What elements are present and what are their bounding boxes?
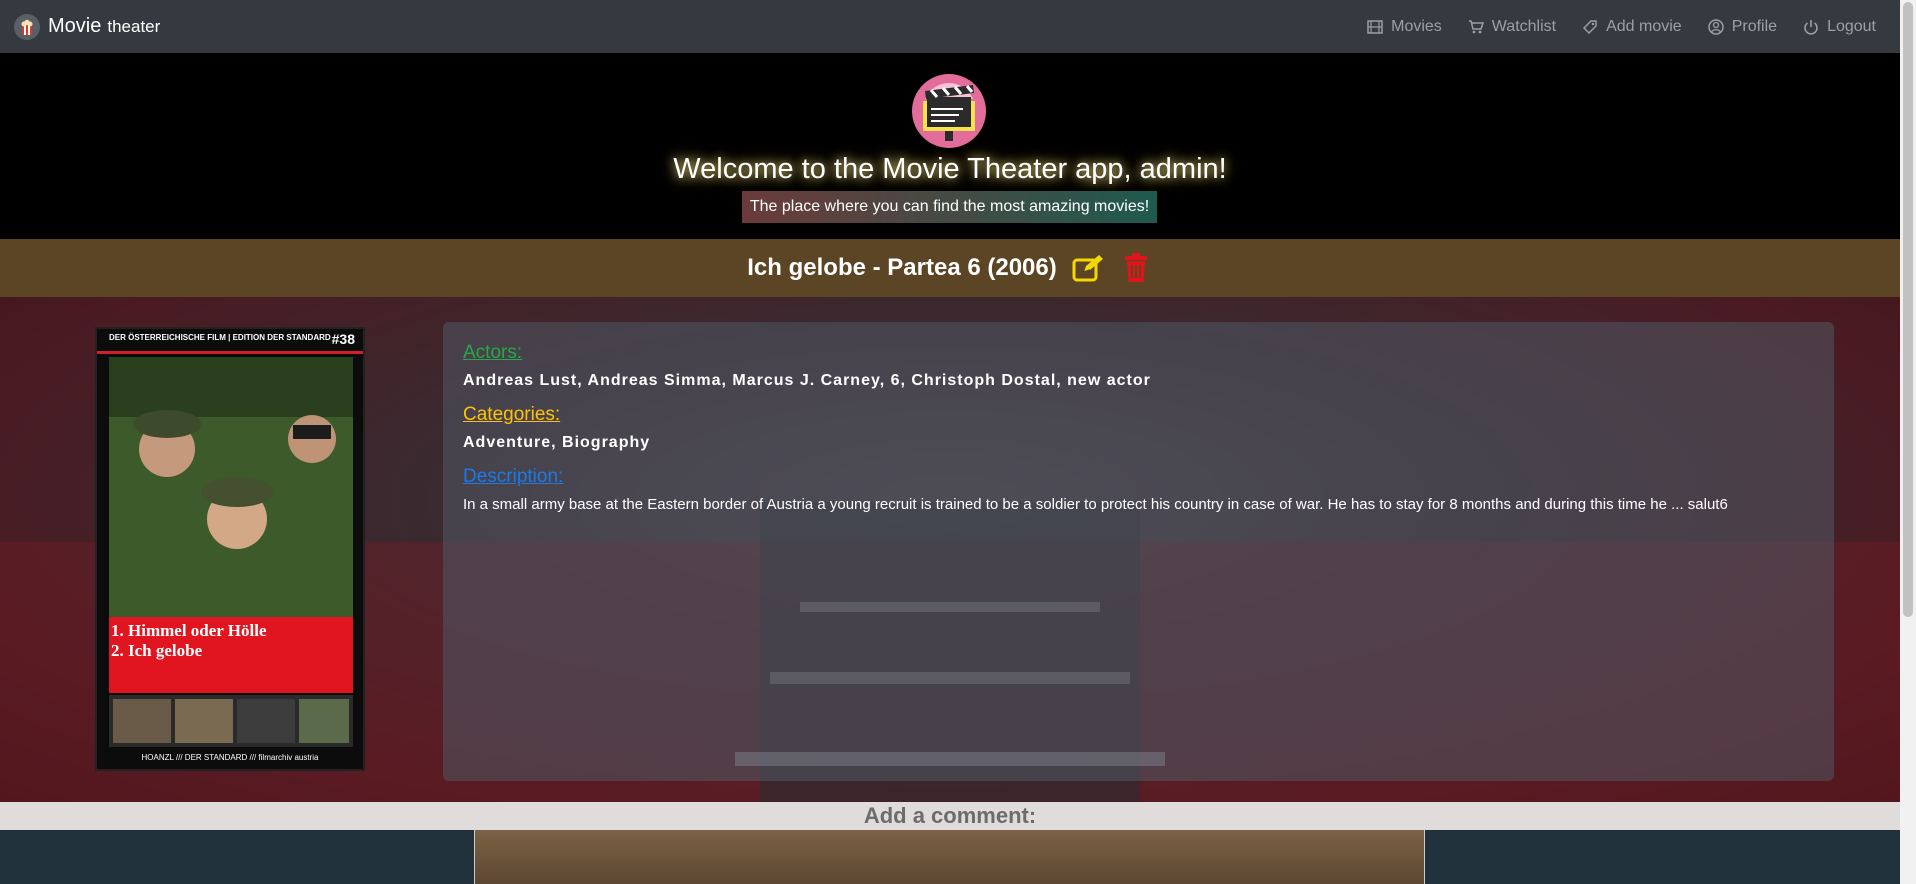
nav-add-movie-label: Add movie — [1606, 17, 1682, 35]
edit-icon[interactable] — [1071, 251, 1105, 285]
nav-movies[interactable]: Movies — [1367, 18, 1442, 36]
nav-movies-label: Movies — [1391, 17, 1442, 35]
movie-details: DER ÖSTERREICHISCHE FILM | EDITION DER S… — [0, 297, 1900, 802]
hero-section: Welcome to the Movie Theater app, admin!… — [0, 53, 1900, 239]
actors-value: Andreas Lust, Andreas Simma, Marcus J. C… — [463, 372, 1151, 389]
comment-header: Add a comment: — [0, 802, 1900, 830]
poster-footer: HOANZL /// DER STANDARD /// filmarchiv a… — [141, 753, 319, 762]
tag-icon — [1583, 19, 1597, 34]
movie-info-box: Actors: Andreas Lust, Andreas Simma, Mar… — [443, 322, 1834, 781]
scrollbar[interactable] — [1900, 0, 1916, 884]
hero-subtitle: The place where you can find the most am… — [742, 191, 1157, 223]
poster-line-1: 1. Himmel oder Hölle — [111, 621, 267, 640]
poster-number: #38 — [331, 331, 355, 347]
nav-logout[interactable]: Logout — [1803, 18, 1876, 36]
nav-profile[interactable]: Profile — [1707, 17, 1778, 36]
description-label: Description: — [463, 466, 564, 487]
poster-header: DER ÖSTERREICHISCHE FILM | EDITION DER S… — [109, 333, 331, 342]
nav-add-movie[interactable]: Add movie — [1582, 18, 1682, 36]
nav-watchlist[interactable]: Watchlist — [1468, 18, 1556, 36]
clapperboard-logo-icon — [912, 74, 986, 148]
movie-title-bar: Ich gelobe - Partea 6 (2006) — [0, 239, 1900, 297]
categories-value: Adventure, Biography — [463, 434, 651, 451]
comment-title: Add a comment: — [863, 803, 1037, 828]
brand-subtitle: theater — [107, 16, 161, 36]
comment-area — [0, 830, 1900, 884]
description-value: In a small army base at the Eastern bord… — [463, 496, 1728, 513]
navbar: Movie theater Movies Watchlist Add movie… — [0, 0, 1900, 53]
actors-label: Actors: — [463, 342, 523, 363]
user-circle-icon — [1707, 18, 1724, 35]
nav-links: Movies Watchlist Add movie Profile Logou… — [1367, 18, 1876, 36]
nav-logout-label: Logout — [1827, 17, 1876, 35]
power-icon — [1804, 19, 1818, 35]
trash-icon[interactable] — [1119, 251, 1153, 285]
nav-watchlist-label: Watchlist — [1491, 17, 1557, 35]
comment-input-area[interactable] — [474, 830, 1425, 884]
scrollbar-thumb[interactable] — [1903, 2, 1913, 617]
film-icon — [1367, 19, 1383, 34]
categories-label: Categories: — [463, 404, 561, 425]
movie-title: Ich gelobe - Partea 6 (2006) — [747, 254, 1057, 281]
poster-line-2: 2. Ich gelobe — [111, 641, 203, 660]
cart-icon — [1468, 19, 1484, 33]
nav-profile-label: Profile — [1731, 17, 1778, 35]
popcorn-icon — [14, 13, 40, 40]
brand[interactable]: Movie theater — [14, 13, 161, 40]
brand-title: Movie — [48, 15, 102, 37]
hero-title: Welcome to the Movie Theater app, admin! — [673, 153, 1227, 185]
movie-poster: DER ÖSTERREICHISCHE FILM | EDITION DER S… — [95, 327, 365, 771]
